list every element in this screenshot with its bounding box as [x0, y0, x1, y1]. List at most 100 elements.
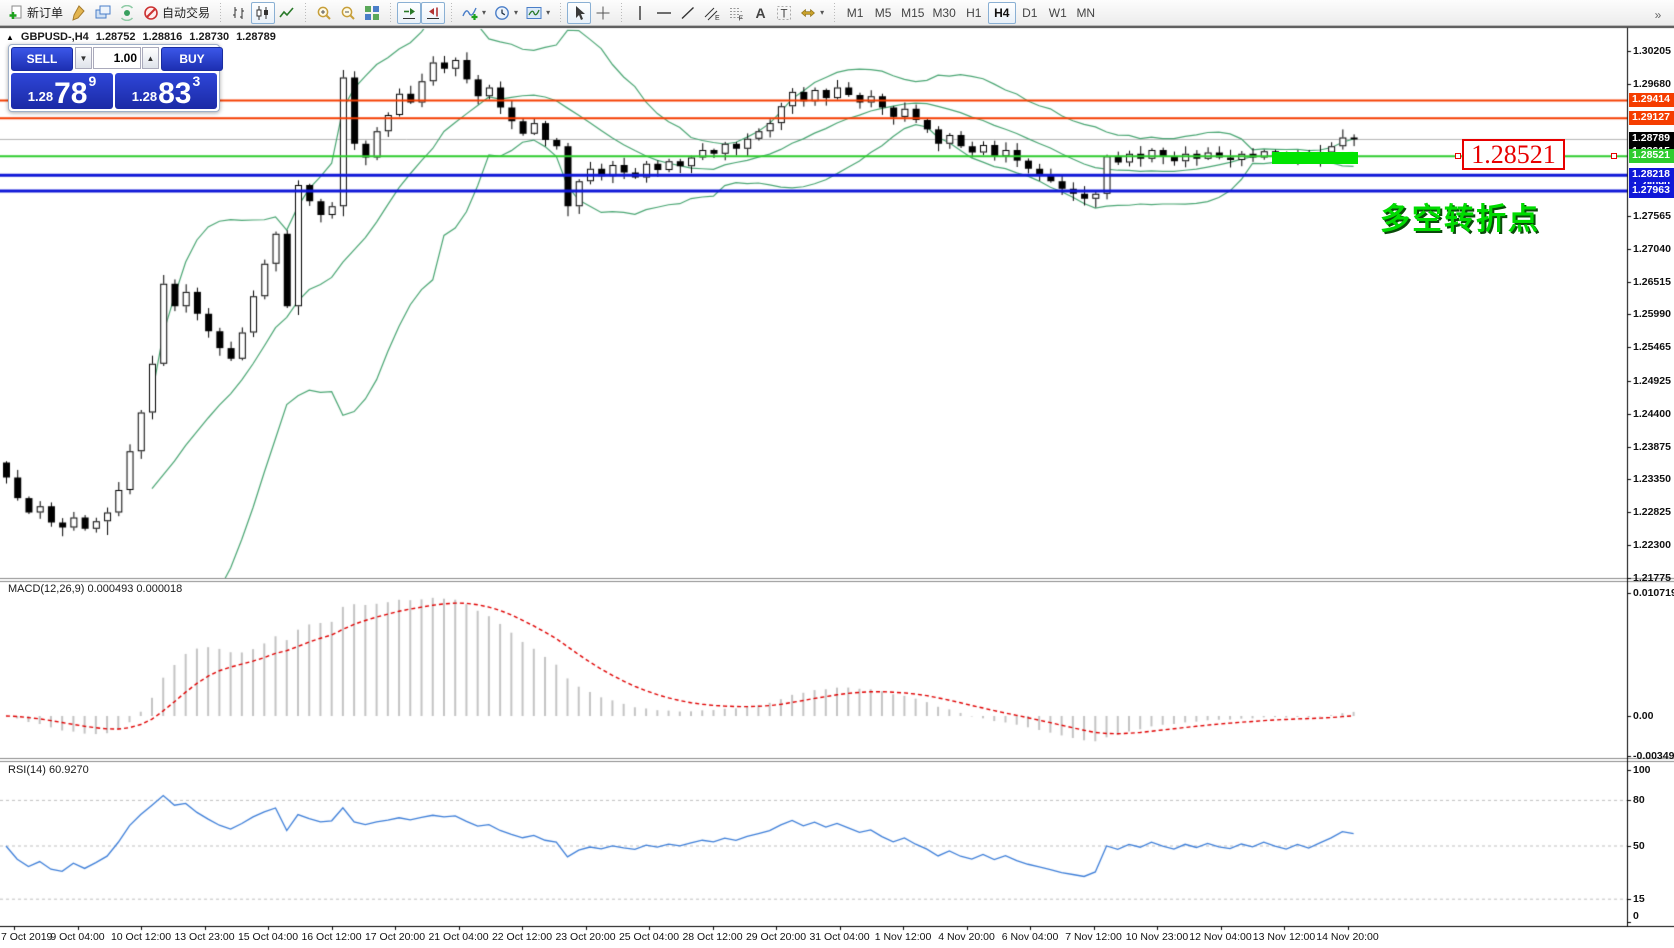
price-tick-label: 1.24925: [1633, 375, 1671, 387]
timeframe-m30[interactable]: M30: [928, 2, 959, 24]
styler-button[interactable]: [67, 2, 91, 24]
pane-divider-macd[interactable]: [0, 576, 1674, 582]
signals-button[interactable]: [115, 2, 139, 24]
timeframe-d1[interactable]: D1: [1016, 2, 1044, 24]
bar-chart-icon: [231, 5, 247, 21]
template-icon: [526, 5, 542, 21]
toolbar: 新订单自动交易▾▾▾EFAT▾M1M5M15M30H1H4D1W1MN: [0, 0, 1674, 26]
sell-price-sup: 9: [88, 73, 96, 89]
equidistant-channel-button[interactable]: E: [700, 2, 724, 24]
timeframe-mn[interactable]: MN: [1072, 2, 1100, 24]
volume-input[interactable]: [93, 47, 141, 69]
time-tick-label: 4 Nov 20:00: [938, 931, 995, 943]
crosshair-button[interactable]: [591, 2, 615, 24]
vertical-line-button[interactable]: [628, 2, 652, 24]
highlight-rectangle-object[interactable]: [1272, 152, 1358, 164]
toolbar-separator: [217, 3, 224, 23]
rsi-header: RSI(14) 60.9270: [8, 764, 89, 776]
macd-tick-label: 0.00: [1633, 710, 1653, 722]
buy-button[interactable]: BUY: [161, 47, 223, 71]
macd-header: MACD(12,26,9) 0.000493 0.000018: [8, 583, 182, 595]
text-button[interactable]: A: [748, 2, 772, 24]
time-tick-label: 13 Oct 23:00: [174, 931, 234, 943]
timeframe-m15[interactable]: M15: [897, 2, 928, 24]
crosshair-icon: [595, 5, 611, 21]
time-tick-label: 7 Nov 12:00: [1065, 931, 1122, 943]
hline-price-label: 1.28521: [1629, 149, 1674, 163]
new-order-icon: [8, 5, 24, 21]
chart-shift-icon: [425, 5, 441, 21]
tile-windows-icon: [364, 5, 380, 21]
bid-price-label: 1.28789: [1629, 132, 1674, 146]
price-callout-box[interactable]: 1.28521: [1462, 139, 1565, 170]
tile-windows-button[interactable]: [360, 2, 384, 24]
toolbar-separator: [448, 3, 455, 23]
timeframe-m5[interactable]: M5: [869, 2, 897, 24]
time-tick-label: 22 Oct 12:00: [492, 931, 552, 943]
chart-windows-button[interactable]: [91, 2, 115, 24]
collapse-panel-icon[interactable]: ▲: [6, 33, 14, 42]
timeframe-m1[interactable]: M1: [841, 2, 869, 24]
ohlc-close: 1.28789: [236, 31, 276, 43]
sell-price-button[interactable]: 1.28 78 9: [11, 73, 113, 109]
timeframe-h1[interactable]: H1: [960, 2, 988, 24]
indicators-button[interactable]: ▾: [458, 2, 490, 24]
new-order-button[interactable]: 新订单: [4, 2, 67, 24]
zoom-in-button[interactable]: [312, 2, 336, 24]
chart-shift-button[interactable]: [421, 2, 445, 24]
zoom-in-icon: [316, 5, 332, 21]
time-tick-label: 16 Oct 12:00: [301, 931, 361, 943]
pane-divider-rsi[interactable]: [0, 756, 1674, 762]
bar-chart-button[interactable]: [227, 2, 251, 24]
ohlc-high: 1.28816: [143, 31, 183, 43]
text-label-button[interactable]: T: [772, 2, 796, 24]
horizontal-line-button[interactable]: [652, 2, 676, 24]
price-tick-label: 1.27040: [1633, 243, 1671, 255]
trendline-button[interactable]: [676, 2, 700, 24]
new-order-label: 新订单: [27, 4, 63, 21]
sell-button[interactable]: SELL: [11, 47, 73, 71]
mt4-terminal: 新订单自动交易▾▾▾EFAT▾M1M5M15M30H1H4D1W1MN » ▲ …: [0, 0, 1674, 948]
symbol-title: GBPUSD-,H4: [21, 31, 89, 43]
signal-icon: [119, 5, 135, 21]
timeframe-h4[interactable]: H4: [988, 2, 1016, 24]
zoom-out-button[interactable]: [336, 2, 360, 24]
svg-text:E: E: [715, 15, 720, 21]
price-tick-label: 1.22300: [1633, 539, 1671, 551]
templates-button[interactable]: ▾: [522, 2, 554, 24]
toolbar-overflow-button[interactable]: »: [1646, 4, 1670, 26]
cursor-button[interactable]: [567, 2, 591, 24]
buy-price-sup: 3: [192, 73, 200, 89]
timeframe-w1[interactable]: W1: [1044, 2, 1072, 24]
brush-icon: [71, 5, 87, 21]
autotrading-button[interactable]: 自动交易: [139, 2, 214, 24]
volume-increase-button[interactable]: ▲: [142, 47, 159, 69]
volume-decrease-button[interactable]: ▼: [75, 47, 92, 69]
time-tick-label: 21 Oct 04:00: [428, 931, 488, 943]
line-handle[interactable]: [1455, 153, 1461, 159]
windows-icon: [95, 5, 111, 21]
hline-price-label: 1.29127: [1629, 111, 1674, 125]
sell-price-big: 78: [54, 81, 87, 107]
toolbar-separator: [618, 3, 625, 23]
hline-price-label: 1.28218: [1629, 168, 1674, 182]
time-tick-label: 15 Oct 04:00: [238, 931, 298, 943]
arrows-button[interactable]: ▾: [796, 2, 828, 24]
candlestick-chart-button[interactable]: [251, 2, 275, 24]
auto-scroll-button[interactable]: [397, 2, 421, 24]
one-click-trading-panel: SELL ▼ ▲ BUY 1.28 78 9 1.28 83 3: [8, 44, 220, 112]
line-handle[interactable]: [1611, 153, 1617, 159]
chart-canvas[interactable]: [0, 0, 1674, 948]
vertical-line-icon: [632, 5, 648, 21]
time-tick-label: 31 Oct 04:00: [809, 931, 869, 943]
time-tick-label: 10 Nov 23:00: [1126, 931, 1188, 943]
buy-price-button[interactable]: 1.28 83 3: [115, 73, 217, 109]
fibonacci-button[interactable]: F: [724, 2, 748, 24]
cursor-icon: [571, 5, 587, 21]
chinese-annotation[interactable]: 多空转折点: [1380, 194, 1540, 238]
auto-scroll-icon: [401, 5, 417, 21]
line-chart-button[interactable]: [275, 2, 299, 24]
periods-button[interactable]: ▾: [490, 2, 522, 24]
buy-price-big: 83: [158, 81, 191, 107]
time-tick-label: 9 Oct 04:00: [50, 931, 104, 943]
